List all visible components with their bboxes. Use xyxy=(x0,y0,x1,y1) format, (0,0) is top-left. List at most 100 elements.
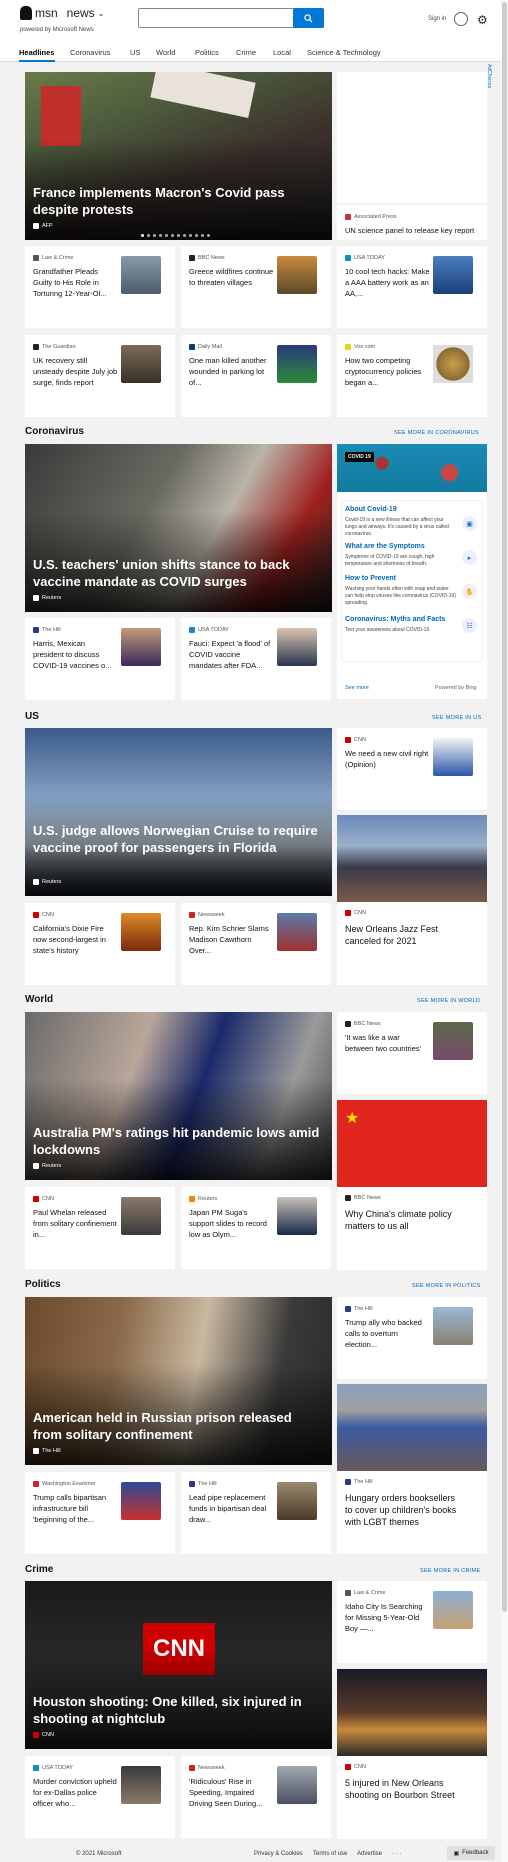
card-source: Daily Mail xyxy=(189,344,222,350)
see-more-us[interactable]: SEE MORE IN US xyxy=(432,715,481,721)
covid-item-text: Covid-19 is a new illness that can affec… xyxy=(345,517,449,537)
covid-item-heading[interactable]: Coronavirus: Myths and Facts xyxy=(345,616,445,623)
card-title: One man killed another wounded in parkin… xyxy=(189,356,267,387)
hero-title[interactable]: France implements Macron's Covid pass de… xyxy=(33,184,323,218)
gear-icon[interactable]: ⚙ xyxy=(477,13,488,27)
news-card[interactable]: The Hill Trump ally who backed calls to … xyxy=(337,1297,487,1379)
news-card[interactable]: USA TODAY Murder conviction upheld for e… xyxy=(25,1756,175,1838)
news-card[interactable]: BBC News Greece wildfires continue to th… xyxy=(181,246,331,328)
covid-item-heading[interactable]: About Covid-19 xyxy=(345,506,397,513)
card-source: Newsweek xyxy=(189,912,225,918)
chevron-down-icon[interactable]: ⌄ xyxy=(98,9,105,18)
card-thumbnail xyxy=(277,913,317,951)
signin-link[interactable]: Sign in xyxy=(428,16,446,22)
feedback-icon: ▣ xyxy=(453,1850,460,1857)
tab-us[interactable]: US xyxy=(130,48,140,57)
avatar-icon[interactable] xyxy=(454,12,468,26)
powered-by: powered by Microsoft News xyxy=(20,27,94,33)
card-image xyxy=(337,1669,487,1756)
card-title: California's Dixie Fire now second-large… xyxy=(33,924,106,955)
tab-world[interactable]: World xyxy=(156,48,175,57)
news-card-large[interactable]: ★ BBC News Why China's climate policy ma… xyxy=(337,1100,487,1270)
section-title-us: US xyxy=(25,711,39,722)
news-card[interactable]: Daily Mail One man killed another wounde… xyxy=(181,335,331,417)
ad-choices-label[interactable]: AdChoices xyxy=(486,64,492,88)
card-image xyxy=(337,815,487,902)
tab-crime[interactable]: Crime xyxy=(236,48,256,57)
news-card[interactable]: Newsweek 'Ridiculous' Rise in Speeding, … xyxy=(181,1756,331,1838)
advertise-link[interactable]: Advertise xyxy=(357,1851,382,1857)
covid-item-heading[interactable]: How to Prevent xyxy=(345,575,396,582)
card-source: USA TODAY xyxy=(189,627,229,633)
news-card[interactable]: The Hill Lead pipe replacement funds in … xyxy=(181,1472,331,1554)
search-button[interactable] xyxy=(293,8,324,28)
card-source: Washington Examiner xyxy=(33,1481,96,1487)
covid-info-panel: COVID 19 About Covid-19 Covid-19 is a ne… xyxy=(337,444,487,699)
news-card[interactable]: Washington Examiner Trump calls bipartis… xyxy=(25,1472,175,1554)
hero-headlines[interactable]: France implements Macron's Covid pass de… xyxy=(25,72,332,240)
news-card[interactable]: The Hill Harris, Mexican president to di… xyxy=(25,618,175,700)
hero-title[interactable]: U.S. judge allows Norwegian Cruise to re… xyxy=(33,822,323,856)
ad-slot[interactable] xyxy=(337,72,487,203)
quiz-icon: ☷ xyxy=(462,618,477,633)
news-card[interactable]: The Guardian UK recovery still unsteady … xyxy=(25,335,175,417)
hero-title[interactable]: Houston shooting: One killed, six injure… xyxy=(33,1693,323,1727)
card-thumbnail xyxy=(277,256,317,294)
see-more-crime[interactable]: SEE MORE IN CRIME xyxy=(420,1568,480,1574)
butterfly-icon xyxy=(20,6,32,20)
hero-title[interactable]: American held in Russian prison released… xyxy=(33,1409,323,1443)
card-source: CNN xyxy=(33,1196,54,1202)
news-card[interactable]: USA TODAY Fauci: Expect 'a flood' of COV… xyxy=(181,618,331,700)
covid-item-text: Symptoms of COVID-19 are cough, high tem… xyxy=(345,554,435,567)
news-card[interactable]: CNN Paul Whelan released from solitary c… xyxy=(25,1187,175,1269)
hero-us[interactable]: U.S. judge allows Norwegian Cruise to re… xyxy=(25,728,332,896)
hero-title[interactable]: U.S. teachers' union shifts stance to ba… xyxy=(33,556,323,590)
news-card[interactable]: CNN California's Dixie Fire now second-l… xyxy=(25,903,175,985)
news-card[interactable]: Associated Press UN science panel to rel… xyxy=(337,205,487,240)
hero-source: CNN xyxy=(33,1732,54,1738)
news-card[interactable]: Law & Crime Grandfather Pleads Guilty to… xyxy=(25,246,175,328)
news-card[interactable]: Newsweek Rep. Kim Schrier Slams Madison … xyxy=(181,903,331,985)
card-source: CNN xyxy=(345,1764,366,1770)
thermometer-icon: ▸ xyxy=(462,550,477,565)
news-card-large[interactable]: The Hill Hungary orders booksellers to c… xyxy=(337,1384,487,1554)
section-title-politics: Politics xyxy=(25,1279,61,1290)
covid-item-heading[interactable]: What are the Symptoms xyxy=(345,543,425,550)
hero-crime[interactable]: CNN Houston shooting: One killed, six in… xyxy=(25,1581,332,1749)
tab-politics[interactable]: Politics xyxy=(195,48,219,57)
covid-see-more-link[interactable]: See more xyxy=(345,685,369,691)
tab-coronavirus[interactable]: Coronavirus xyxy=(70,48,110,57)
tab-science-technology[interactable]: Science & Technology xyxy=(307,48,381,57)
news-card[interactable]: USA TODAY 10 cool tech hacks: Make a AAA… xyxy=(337,246,487,328)
terms-link[interactable]: Terms of use xyxy=(313,1851,347,1857)
card-thumbnail xyxy=(433,1022,473,1060)
tab-local[interactable]: Local xyxy=(273,48,291,57)
news-card-large[interactable]: CNN New Orleans Jazz Fest canceled for 2… xyxy=(337,815,487,985)
news-card[interactable]: BBC News 'It was like a war between two … xyxy=(337,1012,487,1094)
news-card[interactable]: Vox.com How two competing cryptocurrency… xyxy=(337,335,487,417)
card-title: 'It was like a war between two countries… xyxy=(345,1033,422,1053)
see-more-politics[interactable]: SEE MORE IN POLITICS xyxy=(412,1283,481,1289)
news-card[interactable]: Law & Crime Idaho City Is Searching for … xyxy=(337,1581,487,1663)
card-title: Why China's climate policy matters to us… xyxy=(345,1209,452,1231)
news-card[interactable]: CNN We need a new civil right (Opinion) xyxy=(337,728,487,810)
carousel-dots[interactable] xyxy=(141,234,210,237)
brand-name: msn xyxy=(35,6,58,20)
tab-headlines[interactable]: Headlines xyxy=(19,48,54,57)
see-more-coronavirus[interactable]: SEE MORE IN CORONAVIRUS xyxy=(394,430,479,436)
scrollbar-thumb[interactable] xyxy=(502,2,507,1612)
see-more-world[interactable]: SEE MORE IN WORLD xyxy=(417,998,480,1004)
news-card-large[interactable]: CNN 5 injured in New Orleans shooting on… xyxy=(337,1669,487,1839)
news-card[interactable]: Reuters Japan PM Suga's support slides t… xyxy=(181,1187,331,1269)
hero-coronavirus[interactable]: U.S. teachers' union shifts stance to ba… xyxy=(25,444,332,612)
feedback-button[interactable]: ▣ Feedback xyxy=(447,1846,495,1860)
more-links[interactable]: · · · xyxy=(392,1851,401,1857)
hero-world[interactable]: Australia PM's ratings hit pandemic lows… xyxy=(25,1012,332,1180)
card-source: Vox.com xyxy=(345,344,375,350)
privacy-link[interactable]: Privacy & Cookies xyxy=(254,1851,303,1857)
hero-politics[interactable]: American held in Russian prison released… xyxy=(25,1297,332,1465)
card-thumbnail xyxy=(433,1591,473,1629)
hero-title[interactable]: Australia PM's ratings hit pandemic lows… xyxy=(33,1124,323,1158)
category-nav: Headlines Coronavirus US World Politics … xyxy=(0,38,508,62)
msn-logo[interactable]: msn news ⌄ xyxy=(20,6,104,20)
